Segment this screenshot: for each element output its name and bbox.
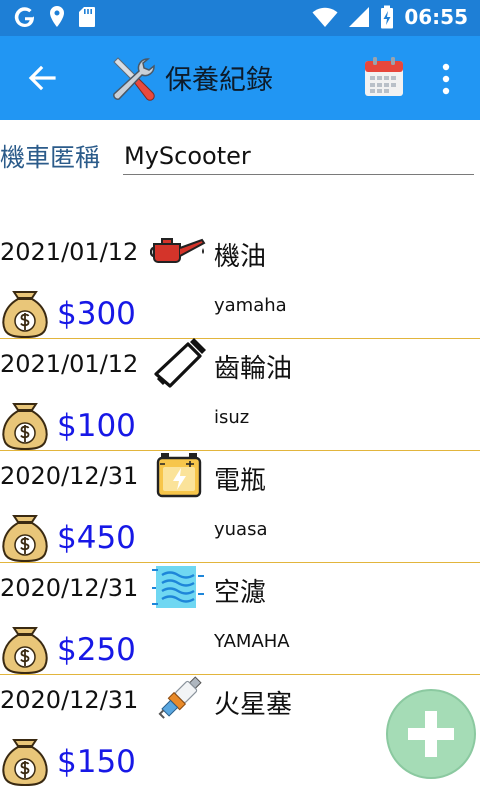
record-price: $450 [57,520,136,556]
scooter-name-input[interactable] [123,138,474,175]
money-bag-icon [2,627,48,674]
spark-plug-icon [158,676,202,719]
record-price: $100 [57,408,136,444]
money-bag-icon [2,515,48,562]
money-bag-icon [2,739,48,786]
sd-card-icon [79,7,95,27]
wifi-icon [312,7,338,28]
status-time: 06:55 [404,5,468,29]
record-brand: yamaha [214,295,287,316]
list-item[interactable]: 2020/12/31 空濾 $250 YAMAHA [0,562,480,675]
oil-can-icon [150,238,206,263]
add-record-button[interactable] [386,689,476,779]
scooter-name-label: 機車匿稱 [0,143,101,172]
battery-icon [156,453,202,498]
list-item[interactable]: 2020/12/31 電瓶 $450 yuasa [0,450,480,563]
money-bag-icon [2,403,48,450]
record-item: 機油 [214,242,267,272]
record-date: 2020/12/31 [0,574,139,602]
arrow-back-icon[interactable] [26,62,58,94]
air-filter-icon [152,566,204,608]
record-price: $300 [57,296,136,332]
record-item: 齒輪油 [214,354,293,384]
signal-icon [349,7,370,27]
more-vertical-icon[interactable] [436,62,456,96]
record-brand: isuz [214,407,250,428]
record-date: 2021/01/12 [0,350,139,378]
status-bar: 06:55 [0,0,480,36]
battery-charging-icon [381,5,394,29]
app-bar: 保養紀錄 [0,36,480,120]
list-item[interactable]: 2021/01/12 齒輪油 $100 isuz [0,338,480,451]
record-date: 2021/01/12 [0,238,139,266]
calendar-icon[interactable] [363,56,405,98]
money-bag-icon [2,291,48,338]
google-icon [14,7,34,28]
record-date: 2020/12/31 [0,462,139,490]
page-title: 保養紀錄 [165,65,273,96]
gear-oil-tube-icon [154,338,206,388]
record-brand: YAMAHA [214,631,290,652]
record-date: 2020/12/31 [0,686,139,714]
location-icon [50,6,64,27]
plus-icon [408,711,454,757]
tools-icon [113,57,155,101]
record-item: 電瓶 [214,466,267,496]
record-price: $250 [57,632,136,668]
record-price: $150 [57,744,136,780]
record-brand: yuasa [214,519,268,540]
record-item: 火星塞 [214,690,293,720]
record-item: 空濾 [214,578,267,608]
list-item[interactable]: 2021/01/12 機油 $300 yamaha [0,226,480,339]
